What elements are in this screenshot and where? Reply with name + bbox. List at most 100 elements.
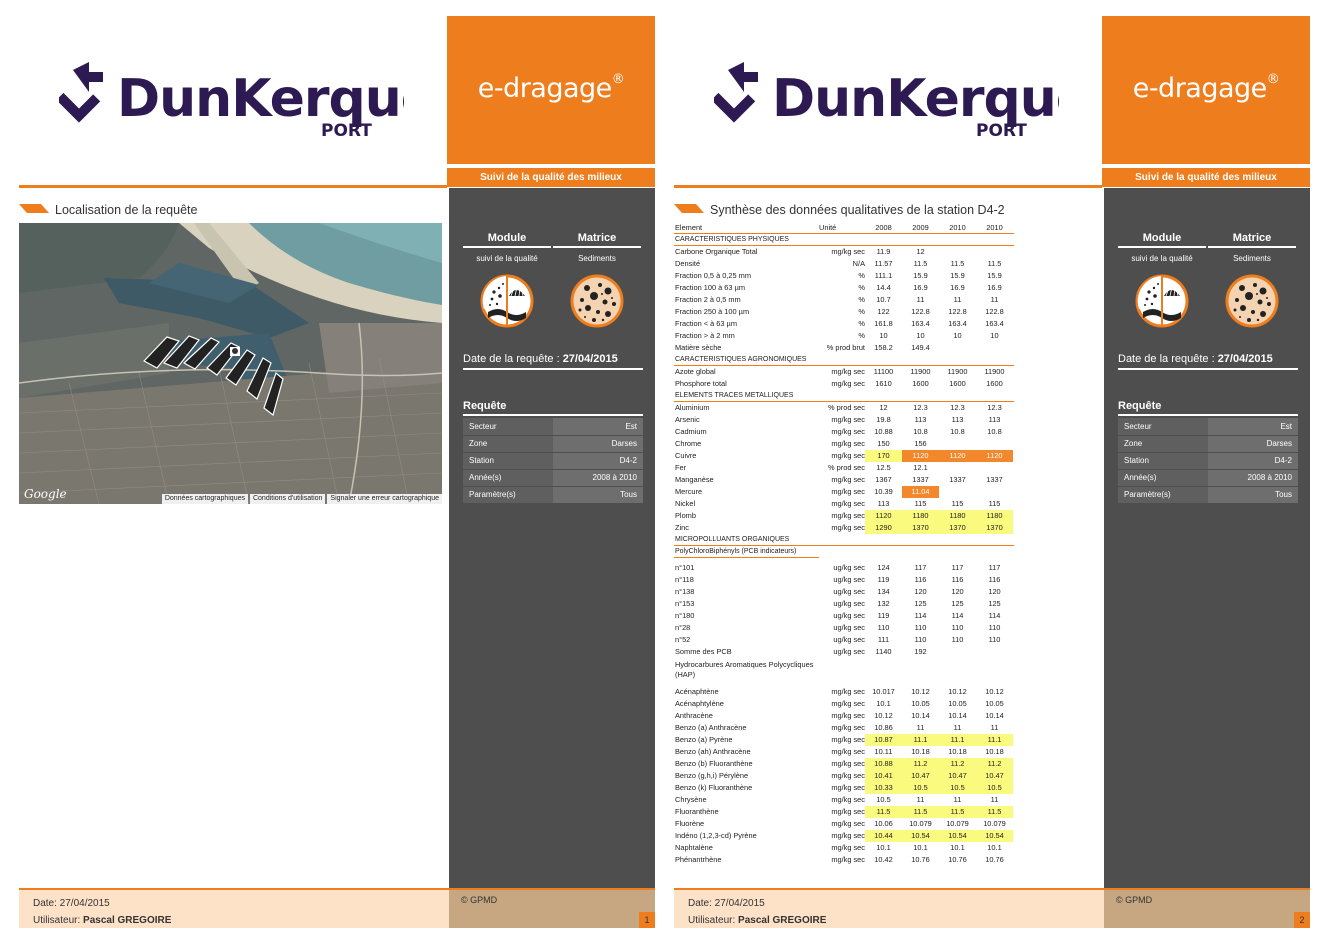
value-cell: 161.8 bbox=[874, 319, 893, 328]
value-cell: 10.39 bbox=[874, 487, 893, 496]
table-row: Fluorène mg/kg sec 10.06 10.079 10.079 10.079 bbox=[674, 818, 1014, 830]
element-unit: mg/kg sec bbox=[831, 795, 865, 804]
element-name: Fraction 100 à 63 µm bbox=[675, 283, 745, 292]
param-row: Année(s) 2008 à 2010 bbox=[463, 469, 643, 487]
value-cell: 110 bbox=[988, 635, 1001, 644]
element-name: Benzo (a) Anthracène bbox=[675, 723, 747, 732]
table-row: Benzo (g,h,i) Pérylène mg/kg sec 10.41 10.4… bbox=[674, 770, 1014, 782]
terms-link[interactable]: Conditions d'utilisation bbox=[249, 494, 326, 504]
product-subtitle: Suivi de la qualité des milieux bbox=[447, 168, 655, 187]
value-cell: 11900 bbox=[984, 367, 1005, 376]
table-row: Mercure mg/kg sec 10.39 11.04 bbox=[674, 486, 1014, 498]
value-cell: 117 bbox=[914, 563, 927, 572]
value-cell bbox=[939, 646, 976, 658]
report-page-1: e-dragage® Suivi de la qualité des milie… bbox=[19, 16, 657, 928]
value-cell: 10.18 bbox=[911, 747, 930, 756]
value-cell: 1370 bbox=[902, 522, 939, 534]
report-error-link[interactable]: Signaler une erreur cartographique bbox=[327, 494, 442, 504]
value-cell: 132 bbox=[877, 599, 890, 608]
dunkerque-port-logo bbox=[59, 60, 404, 140]
value-cell: 11.04 bbox=[902, 486, 939, 498]
table-row: Arsenic mg/kg sec 19.8 113 113 113 bbox=[674, 414, 1014, 426]
element-unit: ug/kg sec bbox=[833, 575, 865, 584]
table-row: Benzo (k) Fluoranthène mg/kg sec 10.33 10.5… bbox=[674, 782, 1014, 794]
element-name: n°52 bbox=[675, 635, 691, 644]
element-unit: mg/kg sec bbox=[831, 247, 865, 256]
element-name: Mercure bbox=[675, 487, 703, 496]
value-cell: 11900 bbox=[947, 367, 968, 376]
value-cell: 113 bbox=[951, 415, 964, 424]
value-cell: 114 bbox=[914, 611, 927, 620]
element-name: Zinc bbox=[675, 523, 689, 532]
element-unit: ug/kg sec bbox=[833, 647, 865, 656]
value-cell: 10 bbox=[916, 331, 925, 340]
element-unit: mg/kg sec bbox=[831, 807, 865, 816]
table-row: Fraction > à 2 mm% 10 10 10 10 bbox=[674, 330, 1014, 342]
param-row: Zone Darses bbox=[463, 435, 643, 453]
footer-info: Date: 27/04/2015 Utilisateur: Pascal GRE… bbox=[674, 890, 1104, 928]
map-imagery bbox=[19, 223, 442, 504]
sediment-matrix-icon bbox=[1225, 274, 1279, 328]
value-cell: 11 bbox=[990, 795, 999, 804]
page-number: 2 bbox=[1294, 912, 1310, 928]
value-cell: 11.9 bbox=[876, 247, 891, 256]
value-cell: 116 bbox=[951, 575, 964, 584]
value-cell: 1337 bbox=[949, 475, 966, 484]
value-cell: 1367 bbox=[875, 475, 892, 484]
table-row: n°101 ug/kg sec 124 117 117 117 bbox=[674, 562, 1014, 574]
table-row: Indéno (1,2,3-cd) Pyrène mg/kg sec 10.44 10… bbox=[674, 830, 1014, 842]
element-unit: % prod brut bbox=[826, 343, 865, 352]
value-cell: 11.5 bbox=[976, 806, 1013, 818]
element-name: Benzo (a) Pyrène bbox=[675, 735, 733, 744]
table-row: Aluminium % prod sec 12 12.3 12.3 12.3 bbox=[674, 402, 1014, 414]
page-number: 1 bbox=[639, 912, 655, 928]
value-cell: 156 bbox=[914, 439, 927, 448]
value-cell: 110 bbox=[877, 623, 890, 632]
element-name: Fraction 2 à 0,5 mm bbox=[675, 295, 741, 304]
element-name: n°180 bbox=[675, 611, 695, 620]
footer-copyright: © GPMD bbox=[1104, 890, 1310, 928]
category-heading: MICROPOLLUANTS ORGANIQUES bbox=[674, 534, 1014, 546]
element-unit: mg/kg sec bbox=[831, 819, 865, 828]
table-row: Plomb mg/kg sec 1120 1180 1180 1180 bbox=[674, 510, 1014, 522]
map-data-link[interactable]: Données cartographiques bbox=[161, 494, 248, 504]
value-cell: 1337 bbox=[986, 475, 1003, 484]
value-cell: 111 bbox=[877, 635, 890, 644]
value-cell: 12.3 bbox=[987, 403, 1002, 412]
value-cell: 11.2 bbox=[976, 758, 1013, 770]
value-cell: 10.14 bbox=[911, 711, 930, 720]
matrice-value: Sediments bbox=[578, 254, 616, 263]
value-cell: 1600 bbox=[986, 379, 1003, 388]
google-logo: Google bbox=[24, 487, 67, 501]
element-name: Aluminium bbox=[675, 403, 710, 412]
value-cell: 10.11 bbox=[874, 747, 893, 756]
satellite-map[interactable]: Google Données cartographiques Condition… bbox=[19, 223, 442, 504]
element-unit: mg/kg sec bbox=[831, 511, 865, 520]
category-heading: ELEMENTS TRACES METALLIQUES bbox=[674, 390, 1014, 402]
value-cell: 125 bbox=[951, 599, 964, 608]
value-cell: 113 bbox=[914, 415, 927, 424]
table-header: Element Unité 2008 2009 2010 2010 bbox=[674, 222, 1014, 234]
table-row: Naphtalène mg/kg sec 10.1 10.1 10.1 10.1 bbox=[674, 842, 1014, 854]
param-row: Zone Darses bbox=[1118, 435, 1298, 453]
element-name: Nickel bbox=[675, 499, 696, 508]
table-row: Phénantrhène mg/kg sec 10.42 10.76 10.76 10.7… bbox=[674, 854, 1014, 866]
element-name: Fraction < à 63 µm bbox=[675, 319, 737, 328]
matrice-heading: Matrice bbox=[1208, 232, 1296, 248]
element-unit: mg/kg sec bbox=[831, 855, 865, 864]
element-unit: mg/kg sec bbox=[831, 735, 865, 744]
value-cell: 1120 bbox=[902, 450, 939, 462]
value-cell: 10.12 bbox=[911, 687, 930, 696]
product-subtitle: Suivi de la qualité des milieux bbox=[1102, 168, 1310, 187]
element-unit: mg/kg sec bbox=[831, 831, 865, 840]
value-cell: 11900 bbox=[910, 367, 931, 376]
value-cell: 16.9 bbox=[950, 283, 965, 292]
value-cell: 120 bbox=[951, 587, 964, 596]
table-row: Cadmium mg/kg sec 10.88 10.8 10.8 10.8 bbox=[674, 426, 1014, 438]
element-unit: ug/kg sec bbox=[833, 635, 865, 644]
value-cell: 10.05 bbox=[985, 699, 1004, 708]
element-unit: ug/kg sec bbox=[833, 611, 865, 620]
element-unit: mg/kg sec bbox=[831, 723, 865, 732]
footer-copyright: © GPMD bbox=[449, 890, 655, 928]
value-cell: 11.5 bbox=[913, 259, 928, 268]
